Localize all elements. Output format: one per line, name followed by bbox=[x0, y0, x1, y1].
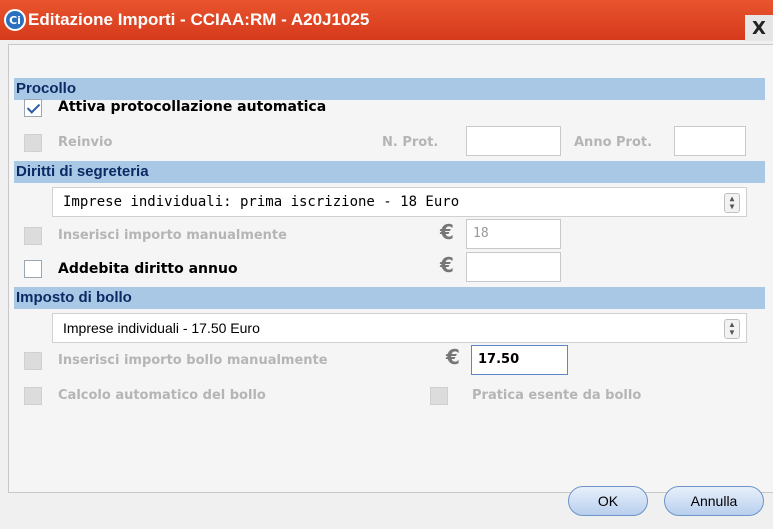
bollo-select-value: Imprese individuali - 17.50 Euro bbox=[63, 320, 260, 336]
reinvio-label: Reinvio bbox=[58, 135, 113, 150]
section-header-bollo: Imposto di bollo bbox=[14, 287, 765, 309]
inserisci-bollo-checkbox[interactable] bbox=[24, 352, 42, 370]
section-header-diritti: Diritti di segreteria bbox=[14, 161, 765, 183]
n-prot-label: N. Prot. bbox=[382, 135, 439, 150]
diritti-select-value: Imprese individuali: prima iscrizione - … bbox=[63, 194, 460, 210]
inserisci-importo-checkbox[interactable] bbox=[24, 227, 42, 245]
anno-prot-label: Anno Prot. bbox=[574, 135, 653, 150]
calcolo-bollo-label: Calcolo automatico del bollo bbox=[58, 388, 266, 403]
calcolo-bollo-checkbox[interactable] bbox=[24, 387, 42, 405]
title-bar: Ci Editazione Importi - CCIAA:RM - A20J1… bbox=[0, 0, 773, 41]
euro-icon: € bbox=[440, 253, 454, 277]
select-spinner-icon: ▲ ▼ bbox=[724, 319, 740, 339]
annulla-button[interactable]: Annulla bbox=[664, 486, 764, 516]
section-header-protocollo: Procollo bbox=[14, 78, 765, 100]
esente-bollo-label: Pratica esente da bollo bbox=[472, 388, 642, 403]
bollo-select[interactable]: Imprese individuali - 17.50 Euro ▲ ▼ bbox=[52, 313, 747, 343]
importo-bollo-input[interactable]: 17.50 bbox=[471, 345, 568, 375]
addebita-diritto-label: Addebita diritto annuo bbox=[58, 261, 238, 277]
diritto-annuo-input[interactable] bbox=[466, 252, 561, 282]
anno-prot-input[interactable] bbox=[674, 126, 746, 156]
window-title: Editazione Importi - CCIAA:RM - A20J1025 bbox=[28, 10, 370, 29]
euro-icon: € bbox=[440, 220, 454, 244]
addebita-diritto-checkbox[interactable] bbox=[24, 260, 42, 278]
euro-icon: € bbox=[446, 345, 460, 369]
inserisci-importo-label: Inserisci importo manualmente bbox=[58, 228, 287, 243]
attiva-protocollazione-checkbox[interactable] bbox=[24, 99, 42, 117]
n-prot-input[interactable] bbox=[466, 126, 561, 156]
diritti-select[interactable]: Imprese individuali: prima iscrizione - … bbox=[52, 187, 747, 217]
ok-button[interactable]: OK bbox=[568, 486, 648, 516]
close-button[interactable]: X bbox=[745, 15, 773, 41]
attiva-protocollazione-label: Attiva protocollazione automatica bbox=[58, 99, 327, 115]
reinvio-checkbox[interactable] bbox=[24, 134, 42, 152]
inserisci-bollo-label: Inserisci importo bollo manualmente bbox=[58, 353, 328, 368]
app-logo-icon: Ci bbox=[4, 9, 26, 31]
select-spinner-icon: ▲ ▼ bbox=[724, 193, 740, 213]
esente-bollo-checkbox[interactable] bbox=[430, 387, 448, 405]
importo-diritti-input[interactable]: 18 bbox=[466, 219, 561, 249]
